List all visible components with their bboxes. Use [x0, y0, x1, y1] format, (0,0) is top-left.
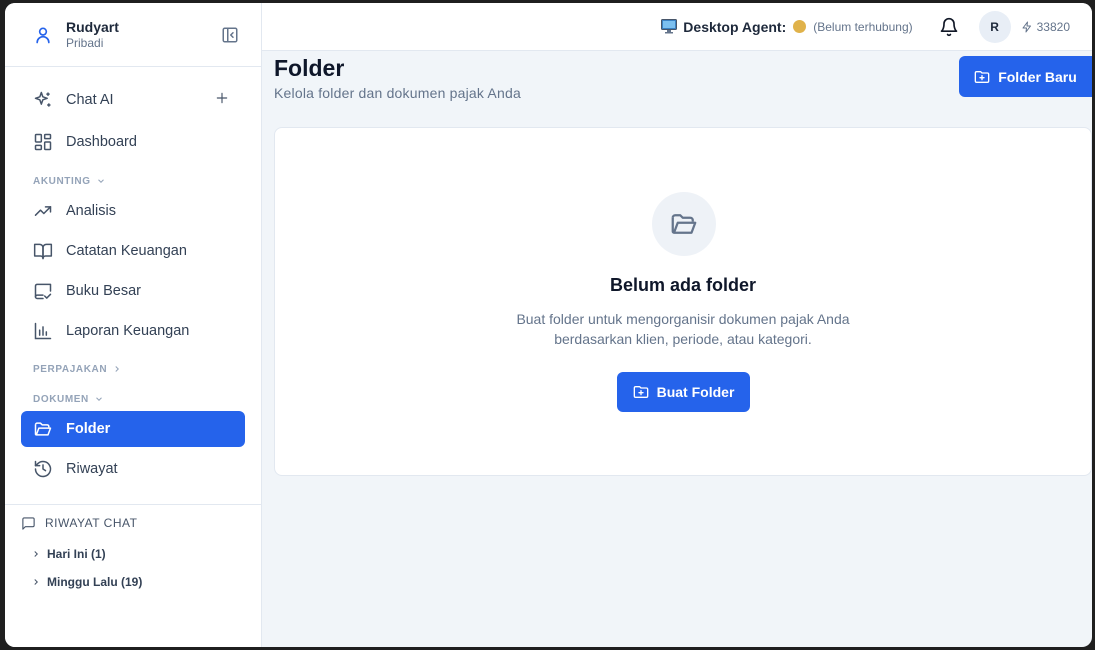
folder-plus-icon [633, 386, 648, 398]
create-folder-button[interactable]: Buat Folder [617, 372, 750, 412]
section-akunting-label: AKUNTING [33, 175, 91, 187]
user-icon [36, 27, 50, 43]
user-info[interactable]: Rudyart Pribadi [66, 19, 119, 51]
empty-desc-line-1: Buat folder untuk mengorganisir dokumen … [516, 311, 850, 327]
book-open-icon [33, 243, 53, 260]
bar-chart-icon [34, 322, 52, 340]
page-header: Folder Kelola folder dan dokumen pajak A… [274, 53, 521, 101]
chat-group-label: Minggu Lalu (19) [47, 575, 143, 589]
chat-history: RIWAYAT CHAT Hari Ini (1) Minggu Lalu (1… [5, 504, 261, 595]
monitor-icon [661, 19, 678, 34]
topbar: Desktop Agent: (Belum terhubung) R 33820 [262, 3, 1092, 51]
create-folder-label: Buat Folder [656, 384, 735, 400]
empty-state-description: Buat folder untuk mengorganisir dokumen … [275, 309, 1091, 349]
status-dot [793, 20, 807, 33]
sidebar-item-buku-besar[interactable]: Buku Besar [21, 273, 245, 309]
sidebar-header: Rudyart Pribadi [5, 3, 261, 67]
agent-label: Desktop Agent: [683, 18, 787, 35]
sidebar-item-label: Catatan Keuangan [66, 243, 187, 259]
chevron-right-icon [34, 579, 38, 585]
agent-status-text: (Belum terhubung) [813, 19, 913, 34]
folder-open-icon [34, 422, 52, 436]
sidebar-item-analisis[interactable]: Analisis [21, 193, 245, 229]
sidebar-item-chat-ai[interactable]: Chat AI [21, 81, 245, 119]
section-akunting[interactable]: AKUNTING [21, 165, 245, 193]
sidebar-item-label: Laporan Keuangan [66, 323, 190, 339]
chat-history-label: RIWAYAT CHAT [45, 516, 138, 530]
empty-state-title: Belum ada folder [609, 275, 757, 295]
sidebar-item-catatan-keuangan[interactable]: Catatan Keuangan [21, 233, 245, 269]
zap-icon [1022, 21, 1031, 32]
bell-icon[interactable] [939, 17, 959, 37]
sidebar-item-label: Buku Besar [66, 283, 141, 299]
sparkles-icon [34, 91, 51, 107]
sidebar-nav: Chat AI Dashboard AKUNTING Analisis Cata… [5, 67, 261, 491]
folder-plus-icon [974, 70, 990, 83]
sidebar-item-label: Analisis [66, 203, 116, 219]
chat-group-last-week[interactable]: Minggu Lalu (19) [21, 569, 245, 595]
chevron-down-icon [96, 397, 102, 401]
trending-up-icon [34, 206, 52, 216]
folder-open-icon [671, 214, 697, 234]
main-content: Desktop Agent: (Belum terhubung) R 33820… [262, 3, 1092, 647]
credits-value: 33820 [1036, 19, 1070, 34]
chevron-right-icon [115, 366, 120, 372]
user-subtitle: Pribadi [66, 35, 104, 50]
section-dokumen-label: DOKUMEN [33, 393, 89, 405]
section-perpajakan[interactable]: PERPAJAKAN [21, 353, 245, 381]
sidebar-item-label: Dashboard [66, 134, 137, 150]
section-perpajakan-label: PERPAJAKAN [33, 363, 108, 375]
credits-counter: 33820 [1021, 20, 1070, 34]
page-subtitle: Kelola folder dan dokumen pajak Anda [274, 85, 521, 101]
new-folder-label: Folder Baru [998, 68, 1077, 85]
book-check-icon [34, 283, 52, 300]
new-folder-button[interactable]: Folder Baru [959, 56, 1092, 97]
collapse-sidebar-icon[interactable] [221, 26, 239, 44]
chevron-right-icon [34, 551, 38, 557]
empty-state-card: Belum ada folder Buat folder untuk mengo… [274, 127, 1092, 476]
empty-folder-icon-circle [652, 192, 716, 256]
chat-history-title: RIWAYAT CHAT [21, 515, 245, 531]
avatar[interactable]: R [978, 10, 1011, 43]
sidebar-item-riwayat[interactable]: Riwayat [21, 451, 245, 487]
desktop-agent-status[interactable]: Desktop Agent: (Belum terhubung) [661, 18, 913, 35]
app-window: Rudyart Pribadi Chat AI Dashboard AKUNTI… [5, 3, 1092, 647]
sidebar-item-label: Folder [66, 421, 111, 437]
sidebar-item-label: Chat AI [66, 92, 114, 108]
chevron-down-icon [97, 179, 104, 183]
user-name: Rudyart [66, 18, 119, 35]
sidebar-item-dashboard[interactable]: Dashboard [21, 123, 245, 161]
section-dokumen[interactable]: DOKUMEN [21, 383, 245, 411]
new-chat-plus-icon[interactable] [215, 91, 229, 105]
chat-group-today[interactable]: Hari Ini (1) [21, 541, 245, 567]
page-title: Folder [274, 55, 345, 81]
sidebar: Rudyart Pribadi Chat AI Dashboard AKUNTI… [5, 3, 262, 647]
dashboard-icon [34, 133, 52, 151]
sidebar-item-label: Riwayat [66, 461, 118, 477]
sidebar-item-laporan-keuangan[interactable]: Laporan Keuangan [21, 313, 245, 349]
sidebar-item-folder[interactable]: Folder [21, 411, 245, 447]
chat-group-label: Hari Ini (1) [47, 547, 106, 561]
history-icon [34, 460, 52, 478]
empty-desc-line-2: berdasarkan klien, periode, atau kategor… [554, 331, 812, 347]
message-square-icon [22, 516, 35, 530]
